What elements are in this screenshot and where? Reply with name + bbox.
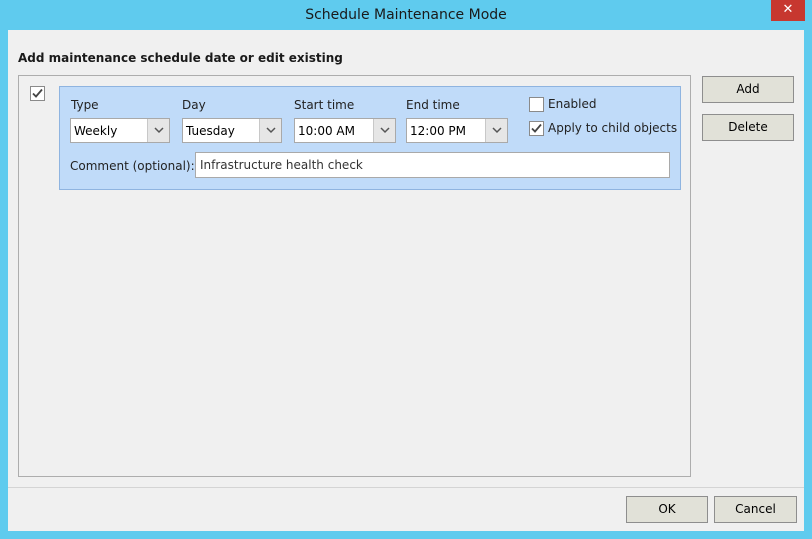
schedule-item[interactable]: Type Weekly Day Tuesday Start time 10:00… xyxy=(59,86,681,190)
title-bar[interactable]: Schedule Maintenance Mode ✕ xyxy=(0,0,812,30)
dialog-footer: OK Cancel xyxy=(8,487,804,531)
schedule-list[interactable]: Type Weekly Day Tuesday Start time 10:00… xyxy=(18,75,691,477)
checkmark-icon xyxy=(32,88,43,98)
type-value: Weekly xyxy=(74,124,118,138)
chevron-down-icon[interactable] xyxy=(373,119,395,142)
close-button[interactable]: ✕ xyxy=(771,0,805,21)
enabled-label: Enabled xyxy=(548,97,597,111)
delete-button[interactable]: Delete xyxy=(702,114,794,141)
chevron-down-icon[interactable] xyxy=(147,119,169,142)
apply-child-objects-label: Apply to child objects xyxy=(548,121,678,135)
dialog-window: Schedule Maintenance Mode ✕ Add maintena… xyxy=(0,0,812,539)
day-label: Day xyxy=(182,98,206,112)
window-title: Schedule Maintenance Mode xyxy=(305,7,507,23)
start-time-value: 10:00 AM xyxy=(298,124,355,138)
add-button[interactable]: Add xyxy=(702,76,794,103)
day-dropdown[interactable]: Tuesday xyxy=(182,118,282,143)
end-time-value: 12:00 PM xyxy=(410,124,466,138)
comment-label: Comment (optional): xyxy=(70,159,195,173)
section-heading: Add maintenance schedule date or edit ex… xyxy=(18,51,343,65)
day-value: Tuesday xyxy=(186,124,235,138)
apply-child-objects-checkbox[interactable] xyxy=(529,121,544,136)
chevron-down-icon[interactable] xyxy=(485,119,507,142)
end-time-dropdown[interactable]: 12:00 PM xyxy=(406,118,508,143)
type-dropdown[interactable]: Weekly xyxy=(70,118,170,143)
dialog-content: Add maintenance schedule date or edit ex… xyxy=(8,30,804,531)
type-label: Type xyxy=(71,98,99,112)
close-icon: ✕ xyxy=(782,2,794,17)
cancel-button[interactable]: Cancel xyxy=(714,496,797,523)
comment-field[interactable]: Infrastructure health check xyxy=(195,152,670,178)
checkmark-icon xyxy=(531,123,542,133)
end-time-label: End time xyxy=(406,98,460,112)
enabled-checkbox[interactable] xyxy=(529,97,544,112)
start-time-label: Start time xyxy=(294,98,355,112)
ok-button[interactable]: OK xyxy=(626,496,708,523)
chevron-down-icon[interactable] xyxy=(259,119,281,142)
schedule-row-checkbox[interactable] xyxy=(30,86,45,101)
start-time-dropdown[interactable]: 10:00 AM xyxy=(294,118,396,143)
